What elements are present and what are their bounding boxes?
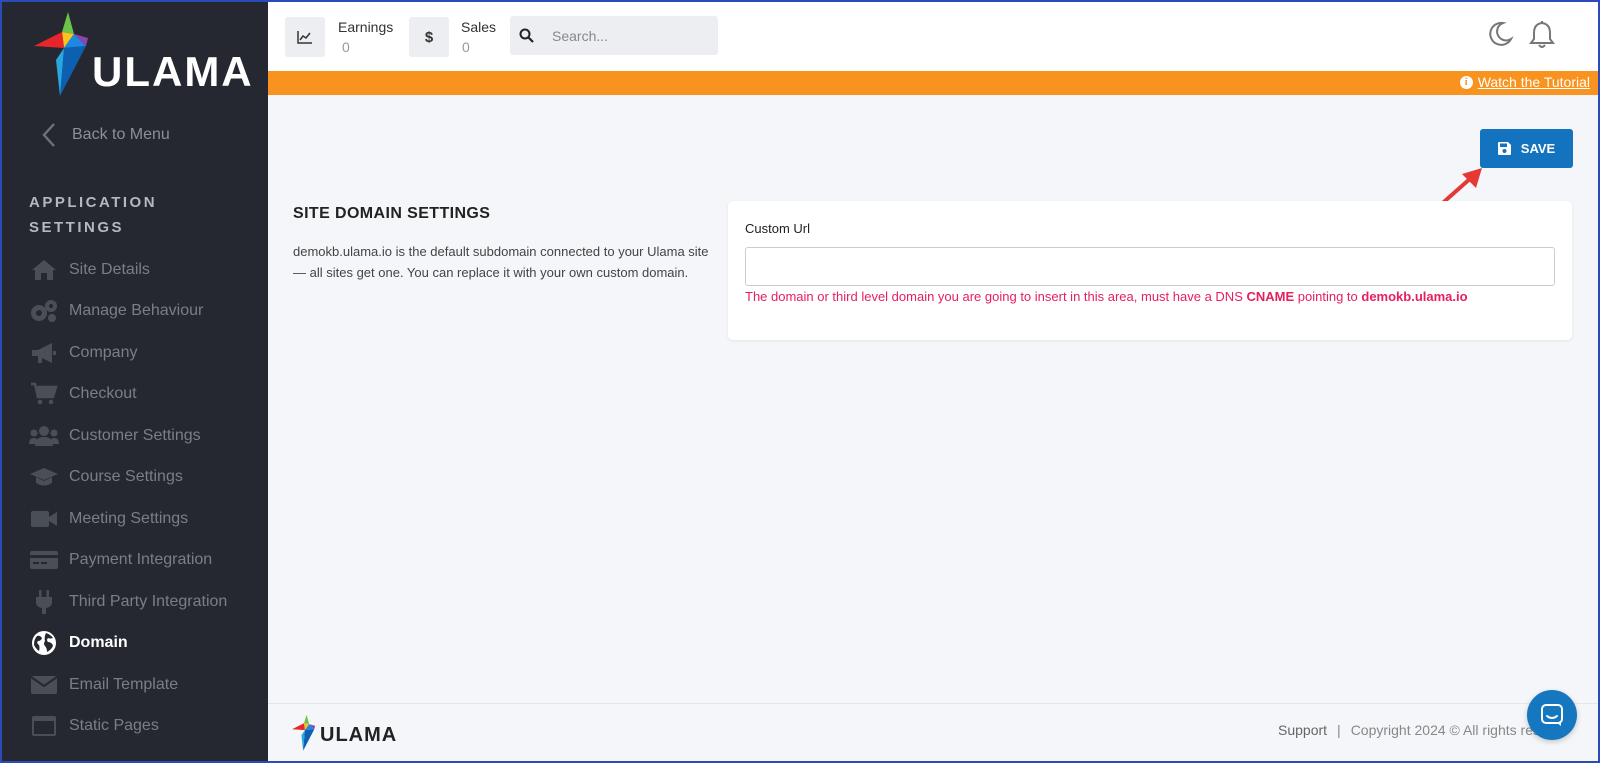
sidebar-item-checkout[interactable]: Checkout [28,374,268,416]
earnings-label: Earnings [338,19,394,35]
home-icon [28,256,60,284]
footer-separator: | [1337,722,1341,738]
custom-url-label: Custom Url [745,221,811,236]
sidebar-item-label: Third Party Integration [69,592,228,610]
sidebar-item-label: Payment Integration [69,551,213,569]
video-icon [28,505,60,533]
copyright-text: Copyright 2024 © All rights res [1350,722,1540,738]
sidebar-item-meeting-settings[interactable]: Meeting Settings [28,498,268,540]
chevron-left-icon [42,123,55,147]
back-to-menu-label: Back to Menu [72,126,170,143]
chat-launcher-button[interactable] [1527,690,1577,740]
chat-icon [1541,704,1563,726]
support-link[interactable]: Support [1278,722,1327,738]
earnings-chart-icon[interactable] [285,17,325,57]
watch-tutorial-link[interactable]: i Watch the Tutorial [1459,74,1590,90]
ulama-logo[interactable]: ULAMA [34,12,252,102]
tutorial-banner: i Watch the Tutorial [268,71,1598,95]
sidebar-item-site-details[interactable]: Site Details [28,249,268,291]
envelope-icon [28,671,60,699]
back-to-menu-link[interactable]: Back to Menu [36,120,170,150]
sidebar-item-company[interactable]: Company [28,332,268,374]
footer-brand-name: ULAMA [320,724,398,746]
sidebar-item-static-pages[interactable]: Static Pages [28,706,268,748]
sales-value: 0 [462,39,470,55]
sidebar-item-third-party-integration[interactable]: Third Party Integration [28,581,268,623]
search-box [510,16,718,55]
earnings-value: 0 [342,39,350,55]
custom-url-input[interactable] [745,247,1555,286]
sidebar-item-label: Manage Behaviour [69,302,204,320]
sidebar-item-label: Customer Settings [69,426,201,444]
sidebar-item-label: Domain [69,634,128,652]
sidebar-item-email-template[interactable]: Email Template [28,664,268,706]
search-input[interactable] [552,27,712,44]
page-title: SITE DOMAIN SETTINGS [293,205,491,222]
gears-icon [28,297,60,325]
hint-middle: pointing to [1294,289,1362,304]
footer-links: Support | Copyright 2024 © All rights res [1278,722,1540,738]
page-description: demokb.ulama.io is the default subdomain… [293,244,709,280]
save-button[interactable]: SAVE [1480,129,1573,168]
sidebar-item-customer-settings[interactable]: Customer Settings [28,415,268,457]
sidebar-item-label: Checkout [69,385,137,403]
hint-domain: demokb.ulama.io [1361,289,1468,304]
sidebar-item-manage-behaviour[interactable]: Manage Behaviour [28,291,268,333]
sidebar-item-label: Course Settings [69,468,183,486]
graduation-cap-icon [28,463,60,491]
sidebar-item-label: Static Pages [69,717,159,735]
sidebar-item-label: Meeting Settings [69,509,189,527]
footer-bird-logo-icon [292,714,316,751]
credit-card-icon [28,546,60,574]
brand-name: ULAMA [92,48,254,95]
notification-bell-icon[interactable] [1528,20,1556,50]
users-icon [28,422,60,450]
globe-icon [28,629,60,657]
megaphone-icon [28,339,60,367]
window-icon [28,712,60,740]
dollar-icon[interactable]: $ [409,17,449,57]
hint-prefix: The domain or third level domain you are… [745,289,1247,304]
custom-url-card: Custom Url The domain or third level dom… [728,201,1572,340]
sidebar-item-domain[interactable]: Domain [28,623,268,665]
sidebar: ULAMA Back to Menu APPLICATION SETTINGS … [2,2,268,761]
save-label: SAVE [1520,141,1556,156]
footer-logo[interactable]: ULAMA [292,712,396,756]
sidebar-item-label: Company [69,343,138,361]
floppy-disk-icon [1497,142,1511,155]
sidebar-item-label: Site Details [69,260,150,278]
section-title: APPLICATION SETTINGS [29,194,158,236]
info-icon: i [1459,75,1473,89]
cname-hint: The domain or third level domain you are… [745,289,1468,304]
sidebar-item-course-settings[interactable]: Course Settings [28,457,268,499]
search-icon[interactable] [510,16,542,55]
dark-mode-moon-icon[interactable] [1486,20,1514,48]
footer: ULAMA Support | Copyright 2024 © All right… [268,703,1598,761]
watch-tutorial-label: Watch the Tutorial [1477,74,1590,90]
sidebar-item-payment-integration[interactable]: Payment Integration [28,540,268,582]
cart-icon [28,380,60,408]
settings-nav: Site Details Manage Behaviour Company Ch… [28,249,268,747]
hint-cname: CNAME [1246,289,1295,304]
topbar: Earnings 0 $ Sales 0 [268,2,1598,71]
sidebar-item-label: Email Template [69,675,179,693]
plug-icon [28,588,60,616]
sales-label: Sales [461,19,497,35]
